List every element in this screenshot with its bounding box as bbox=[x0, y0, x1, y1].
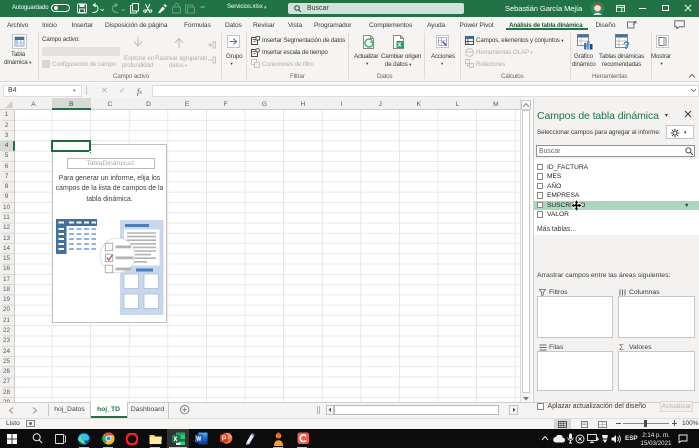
svg-text:?: ? bbox=[623, 40, 630, 50]
